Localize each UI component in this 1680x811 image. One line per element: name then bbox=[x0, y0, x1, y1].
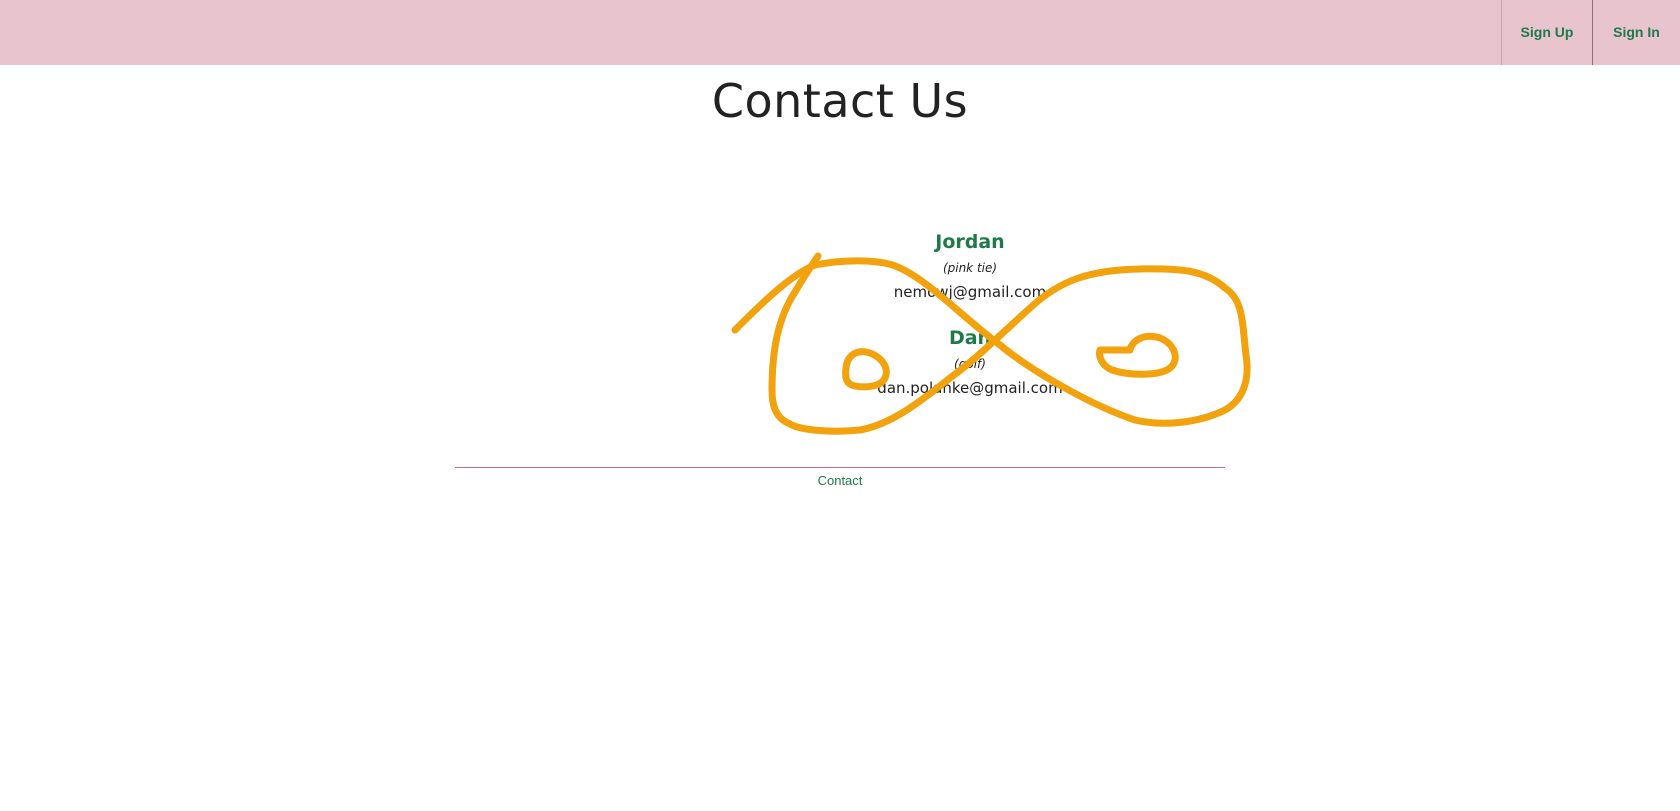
contact-card-jordan: Jordan (pink tie) nemowj@gmail.com bbox=[720, 228, 1220, 304]
page: Sign Up Sign In Contact Us Jordan (pink … bbox=[0, 0, 1680, 811]
contact-name: Dan bbox=[948, 327, 992, 349]
sign-up-button[interactable]: Sign Up bbox=[1501, 0, 1593, 65]
sign-in-button[interactable]: Sign In bbox=[1593, 0, 1680, 65]
contact-card-dan: Dan (golf) dan.polanke@gmail.com bbox=[720, 324, 1220, 400]
contact-name: Jordan bbox=[935, 231, 1005, 253]
contact-email[interactable]: nemowj@gmail.com bbox=[720, 280, 1220, 304]
contact-note: (golf) bbox=[954, 357, 986, 371]
footer-divider bbox=[455, 467, 1225, 468]
contact-list: Jordan (pink tie) nemowj@gmail.com Dan (… bbox=[720, 228, 1220, 420]
page-title: Contact Us bbox=[711, 74, 969, 128]
contact-email[interactable]: dan.polanke@gmail.com bbox=[720, 376, 1220, 400]
footer-contact-link[interactable]: Contact bbox=[0, 473, 1680, 488]
contact-note: (pink tie) bbox=[942, 261, 998, 275]
top-nav-bar: Sign Up Sign In bbox=[0, 0, 1680, 65]
